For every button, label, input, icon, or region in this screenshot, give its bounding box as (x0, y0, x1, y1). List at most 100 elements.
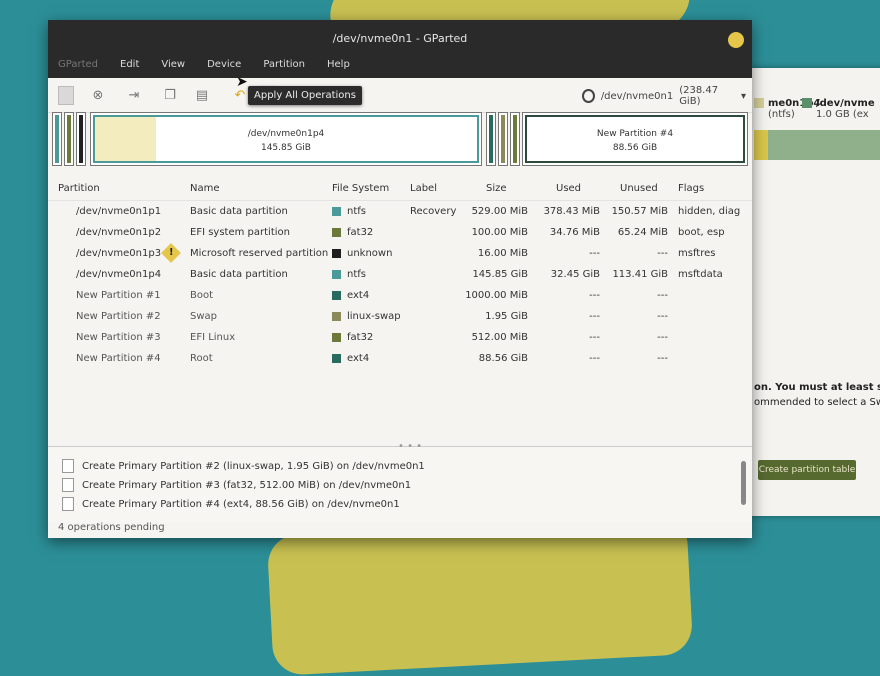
unused-cell: --- (657, 332, 668, 343)
copy-icon: ❐ (164, 87, 176, 103)
size-cell: 16.00 MiB (477, 248, 528, 259)
diskmap-seg-new4[interactable]: New Partition #4 88.56 GiB (522, 112, 748, 166)
col-used[interactable]: Used (556, 183, 581, 194)
filesystem-label: ntfs (347, 206, 366, 217)
partition-cell: New Partition #4 (76, 353, 161, 364)
document-icon (62, 478, 74, 492)
col-unused[interactable]: Unused (620, 183, 658, 194)
table-header: Partition Name File System Label Size Us… (48, 178, 752, 201)
size-cell: 512.00 MiB (471, 332, 528, 343)
partition-cell: New Partition #3 (76, 332, 161, 343)
col-label[interactable]: Label (410, 183, 437, 194)
chevron-down-icon: ▾ (740, 90, 746, 102)
table-row[interactable]: /dev/nvme0n1p4 Basic data partition 145.85… (48, 264, 752, 285)
disk-map: /dev/nvme0n1p4 145.85 GiB New Partition #… (52, 112, 748, 168)
toolbar: ⊗ ⇥ ❐ ▤ ↶ ✔ /dev/nvme0n1 (238.47 GiB) ▾ (48, 78, 752, 113)
col-size[interactable]: Size (486, 183, 507, 194)
disk-icon (582, 89, 595, 103)
mouse-cursor-icon: ➤ (236, 74, 248, 90)
diskmap-seg-p2[interactable] (64, 112, 74, 166)
gparted-window: /dev/nvme0n1 - GParted GParted Edit View… (48, 20, 752, 538)
name-cell: Root (190, 353, 213, 364)
document-icon (62, 497, 74, 511)
operation-item[interactable]: Create Primary Partition #3 (fat32, 512.… (62, 476, 411, 494)
operation-item[interactable]: Create Primary Partition #2 (linux-swap,… (62, 457, 425, 475)
menu-gparted[interactable]: GParted (58, 56, 98, 78)
filesystem-cell: ntfs (332, 206, 366, 217)
flags-cell: msftdata (678, 269, 723, 280)
diskmap-seg-new1[interactable] (486, 112, 496, 166)
filesystem-label: unknown (347, 248, 393, 259)
used-cell: 378.43 MiB (543, 206, 600, 217)
copy-button[interactable]: ❐ (160, 85, 180, 105)
document-icon (62, 459, 74, 473)
menu-help[interactable]: Help (327, 56, 350, 78)
delete-icon: ⊗ (92, 87, 104, 103)
installer-disk-bar (754, 130, 880, 160)
partition-cell: New Partition #2 (76, 311, 161, 322)
partition-cell: /dev/nvme0n1p4 (76, 269, 162, 280)
diskmap-seg-new2[interactable] (498, 112, 508, 166)
unused-cell: 113.41 GiB (612, 269, 668, 280)
used-cell: --- (589, 353, 600, 364)
table-row[interactable]: New Partition #3 EFI Linux 512.00 MiB --- --… (48, 327, 752, 348)
table-row[interactable]: /dev/nvme0n1p3 Microsoft reserved partiti… (48, 243, 752, 264)
diskmap-seg-p4[interactable]: /dev/nvme0n1p4 145.85 GiB (90, 112, 482, 166)
resize-icon: ⇥ (128, 87, 140, 103)
filesystem-color-swatch (332, 354, 341, 363)
operations-scrollbar[interactable] (741, 461, 746, 505)
unused-cell: --- (657, 290, 668, 301)
device-selector[interactable]: /dev/nvme0n1 (238.47 GiB) ▾ (582, 85, 746, 107)
table-row[interactable]: /dev/nvme0n1p2 EFI system partition 100.00… (48, 222, 752, 243)
menu-partition[interactable]: Partition (263, 56, 305, 78)
table-row[interactable]: New Partition #1 Boot 1000.00 MiB --- --- ext… (48, 285, 752, 306)
table-row[interactable]: New Partition #4 Root 88.56 GiB --- --- ext4 (48, 348, 752, 369)
diskmap-seg-p1[interactable] (52, 112, 62, 166)
col-name[interactable]: Name (190, 183, 220, 194)
delete-partition-button[interactable]: ⊗ (88, 85, 108, 105)
apply-tooltip: Apply All Operations (248, 86, 362, 105)
filesystem-color-swatch (332, 249, 341, 258)
partition-cell: New Partition #1 (76, 290, 161, 301)
menu-edit[interactable]: Edit (120, 56, 139, 78)
partition-table: Partition Name File System Label Size Us… (48, 178, 752, 369)
col-partition[interactable]: Partition (58, 183, 100, 194)
col-filesystem[interactable]: File System (332, 183, 389, 194)
name-cell: EFI system partition (190, 227, 290, 238)
legend-swatch (754, 98, 764, 108)
operations-pane: • • • Create Primary Partition #2 (linux… (48, 441, 752, 523)
size-cell: 145.85 GiB (472, 269, 528, 280)
table-row[interactable]: New Partition #2 Swap 1.95 GiB --- --- linux-… (48, 306, 752, 327)
new-partition-button[interactable] (56, 85, 76, 105)
unused-cell: 65.24 MiB (617, 227, 668, 238)
title-bar: /dev/nvme0n1 - GParted (48, 20, 752, 56)
partition-cell: /dev/nvme0n1p1 (76, 206, 162, 217)
used-cell: --- (589, 311, 600, 322)
paste-icon: ▤ (195, 87, 209, 103)
menu-view[interactable]: View (161, 56, 185, 78)
seg-p4-label: /dev/nvme0n1p4 145.85 GiB (247, 129, 325, 153)
used-cell: --- (589, 290, 600, 301)
resize-move-button[interactable]: ⇥ (124, 85, 144, 105)
status-bar: 4 operations pending (58, 522, 165, 533)
diskmap-seg-p3[interactable] (76, 112, 86, 166)
name-cell: Basic data partition (190, 269, 288, 280)
menu-bar: GParted Edit View Device Partition Help (48, 56, 752, 78)
filesystem-label: ntfs (347, 269, 366, 280)
paste-button[interactable]: ▤ (192, 85, 212, 105)
operation-item[interactable]: Create Primary Partition #4 (ext4, 88.56… (62, 495, 400, 513)
filesystem-cell: unknown (332, 248, 392, 259)
table-row[interactable]: /dev/nvme0n1p1 Basic data partition Recove… (48, 201, 752, 222)
used-cell: --- (589, 332, 600, 343)
installer-window: me0n1p4 (ntfs) /dev/nvme 1.0 GB (ex on. … (748, 68, 880, 516)
legend-swatch (802, 98, 812, 108)
close-button[interactable] (728, 32, 744, 48)
pane-grip[interactable]: • • • (398, 441, 422, 452)
wallpaper-shape-bottom (266, 514, 694, 676)
device-size: (238.47 GiB) (679, 85, 719, 107)
col-flags[interactable]: Flags (678, 183, 704, 194)
size-cell: 1000.00 MiB (465, 290, 528, 301)
create-partition-table-button[interactable]: Create partition table (758, 460, 856, 480)
filesystem-color-swatch (332, 270, 341, 279)
diskmap-seg-new3[interactable] (510, 112, 520, 166)
